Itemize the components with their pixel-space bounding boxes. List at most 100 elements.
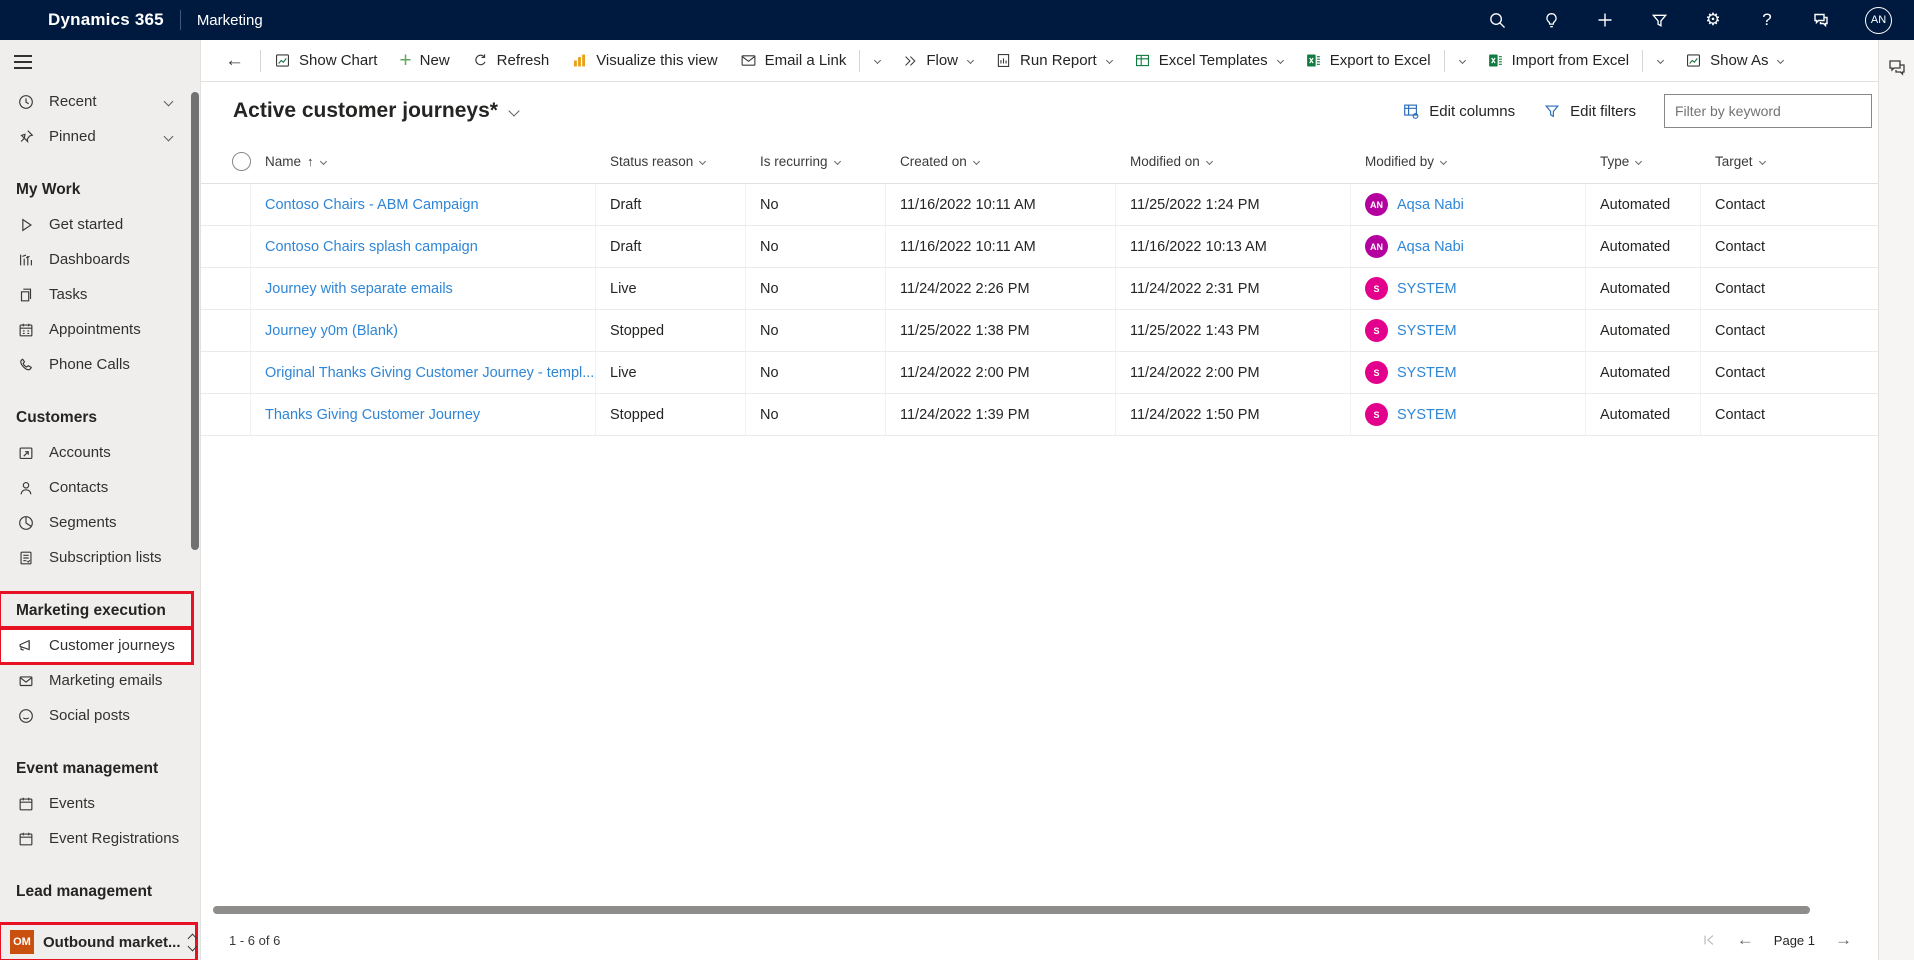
table-row[interactable]: Contoso Chairs - ABM Campaign Draft No 1… xyxy=(201,184,1878,226)
run-report-button[interactable]: Run Report xyxy=(984,45,1123,77)
sidebar-item-segments[interactable]: Segments xyxy=(0,505,192,540)
visualize-this-view-button[interactable]: Visualize this view xyxy=(560,45,728,77)
record-link[interactable]: Thanks Giving Customer Journey xyxy=(265,407,480,423)
sidebar-item-event-registrations[interactable]: Event Registrations xyxy=(0,821,192,856)
record-count: 1 - 6 of 6 xyxy=(229,933,280,948)
first-page-icon[interactable] xyxy=(1701,932,1717,948)
chevron-down-icon xyxy=(1277,57,1284,64)
column-header-modified-by[interactable]: Modified by xyxy=(1351,140,1586,183)
help-icon[interactable]: ? xyxy=(1757,10,1777,30)
table-row[interactable]: Original Thanks Giving Customer Journey … xyxy=(201,352,1878,394)
feedback-chat-icon[interactable] xyxy=(1811,10,1831,30)
previous-page-icon[interactable]: ← xyxy=(1737,930,1754,950)
filter-icon[interactable] xyxy=(1649,10,1669,30)
horizontal-scrollbar[interactable] xyxy=(209,906,1850,914)
export-to-excel-button[interactable]: Export to Excel xyxy=(1294,45,1442,77)
email-a-link-button[interactable]: Email a Link xyxy=(729,45,858,77)
sidebar-item-contacts[interactable]: Contacts xyxy=(0,470,192,505)
app-name[interactable]: Marketing xyxy=(197,12,263,29)
user-link[interactable]: SYSTEM xyxy=(1397,407,1457,423)
refresh-arrow-icon xyxy=(472,52,489,69)
sidebar-item-get-started[interactable]: Get started xyxy=(0,207,192,242)
scrollbar-thumb[interactable] xyxy=(213,906,1810,914)
back-arrow-icon[interactable]: ← xyxy=(211,50,258,72)
chevron-down-icon xyxy=(1777,57,1784,64)
settings-gear-icon[interactable]: ⚙ xyxy=(1703,10,1723,30)
column-header-name[interactable]: Name↑ xyxy=(251,140,596,183)
sidebar-item-recent[interactable]: Recent xyxy=(0,84,192,119)
sidebar-item-appointments[interactable]: Appointments xyxy=(0,312,192,347)
user-link[interactable]: Aqsa Nabi xyxy=(1397,197,1464,213)
table-row[interactable]: Journey y0m (Blank) Stopped No 11/25/202… xyxy=(201,310,1878,352)
record-link[interactable]: Journey y0m (Blank) xyxy=(265,323,398,339)
related-conversations-icon[interactable] xyxy=(1885,56,1909,80)
column-header-modified-on[interactable]: Modified on xyxy=(1116,140,1351,183)
dynamics-365-logo[interactable]: Dynamics 365 xyxy=(48,10,164,30)
select-all-checkbox[interactable] xyxy=(201,140,251,183)
area-badge: OM xyxy=(10,930,34,954)
sidebar-section-marketing-execution: Marketing execution xyxy=(0,593,192,628)
show-as-button[interactable]: Show As xyxy=(1674,45,1794,77)
column-header-is-recurring[interactable]: Is recurring xyxy=(746,140,886,183)
record-link[interactable]: Original Thanks Giving Customer Journey … xyxy=(265,365,594,381)
column-header-status-reason[interactable]: Status reason xyxy=(596,140,746,183)
sidebar-scrollbar[interactable] xyxy=(191,92,199,550)
column-header-created-on[interactable]: Created on xyxy=(886,140,1116,183)
plus-icon[interactable] xyxy=(1595,10,1615,30)
avatar: S xyxy=(1365,403,1388,426)
command-bar: ← Show Chart + New Refresh Visualize thi… xyxy=(201,40,1878,82)
chevron-down-icon xyxy=(1459,57,1466,64)
record-link[interactable]: Contoso Chairs splash campaign xyxy=(265,239,478,255)
calendar-icon xyxy=(16,794,36,814)
table-row[interactable]: Journey with separate emails Live No 11/… xyxy=(201,268,1878,310)
user-avatar[interactable]: AN xyxy=(1865,7,1892,34)
edit-columns-icon xyxy=(1402,102,1420,120)
user-link[interactable]: Aqsa Nabi xyxy=(1397,239,1464,255)
page-title[interactable]: Active customer journeys* xyxy=(233,99,498,123)
sidebar-item-accounts[interactable]: Accounts xyxy=(0,435,192,470)
edit-filters-button[interactable]: Edit filters xyxy=(1543,102,1636,120)
column-header-target[interactable]: Target xyxy=(1701,140,1878,183)
export-to-excel-more-button[interactable] xyxy=(1447,45,1476,77)
sidebar-item-tasks[interactable]: Tasks xyxy=(0,277,192,312)
user-link[interactable]: SYSTEM xyxy=(1397,365,1457,381)
view-selector-chevron-icon[interactable] xyxy=(508,105,519,116)
sidebar-item-pinned[interactable]: Pinned xyxy=(0,119,192,154)
sidebar-item-dashboards[interactable]: Dashboards xyxy=(0,242,192,277)
record-link[interactable]: Contoso Chairs - ABM Campaign xyxy=(265,197,479,213)
filter-by-keyword-input[interactable] xyxy=(1664,94,1872,128)
import-from-excel-button[interactable]: Import from Excel xyxy=(1476,45,1641,77)
phone-icon xyxy=(16,355,36,375)
next-page-icon[interactable]: → xyxy=(1835,930,1852,950)
user-link[interactable]: SYSTEM xyxy=(1397,281,1457,297)
menu-icon[interactable] xyxy=(0,40,200,84)
table-row[interactable]: Contoso Chairs splash campaign Draft No … xyxy=(201,226,1878,268)
sidebar-section-lead-management: Lead management xyxy=(0,874,192,909)
sidebar-item-customer-journeys[interactable]: Customer journeys xyxy=(0,628,192,663)
search-icon[interactable] xyxy=(1487,10,1507,30)
new-button[interactable]: + New xyxy=(388,45,460,77)
record-link[interactable]: Journey with separate emails xyxy=(265,281,453,297)
area-switcher-outbound-marketing[interactable]: OM Outbound market... xyxy=(0,924,196,960)
chevron-down-icon xyxy=(874,57,881,64)
refresh-button[interactable]: Refresh xyxy=(461,45,561,77)
chevron-down-icon xyxy=(1758,158,1765,165)
user-link[interactable]: SYSTEM xyxy=(1397,323,1457,339)
import-from-excel-more-button[interactable] xyxy=(1645,45,1674,77)
excel-templates-button[interactable]: Excel Templates xyxy=(1123,45,1294,77)
column-header-type[interactable]: Type xyxy=(1586,140,1701,183)
table-row[interactable]: Thanks Giving Customer Journey Stopped N… xyxy=(201,394,1878,436)
clock-icon xyxy=(16,92,36,112)
sidebar-item-subscription-lists[interactable]: Subscription lists xyxy=(0,540,192,575)
edit-columns-button[interactable]: Edit columns xyxy=(1402,102,1515,120)
chevron-down-icon[interactable] xyxy=(164,132,174,142)
sidebar-item-marketing-emails[interactable]: Marketing emails xyxy=(0,663,192,698)
sidebar-item-social-posts[interactable]: Social posts xyxy=(0,698,192,733)
sidebar-item-phone-calls[interactable]: Phone Calls xyxy=(0,347,192,382)
flow-button[interactable]: Flow xyxy=(891,45,984,77)
sidebar-item-events[interactable]: Events xyxy=(0,786,192,821)
email-a-link-more-button[interactable] xyxy=(862,45,891,77)
lightbulb-icon[interactable] xyxy=(1541,10,1561,30)
chevron-down-icon[interactable] xyxy=(164,97,174,107)
show-chart-button[interactable]: Show Chart xyxy=(263,45,388,77)
